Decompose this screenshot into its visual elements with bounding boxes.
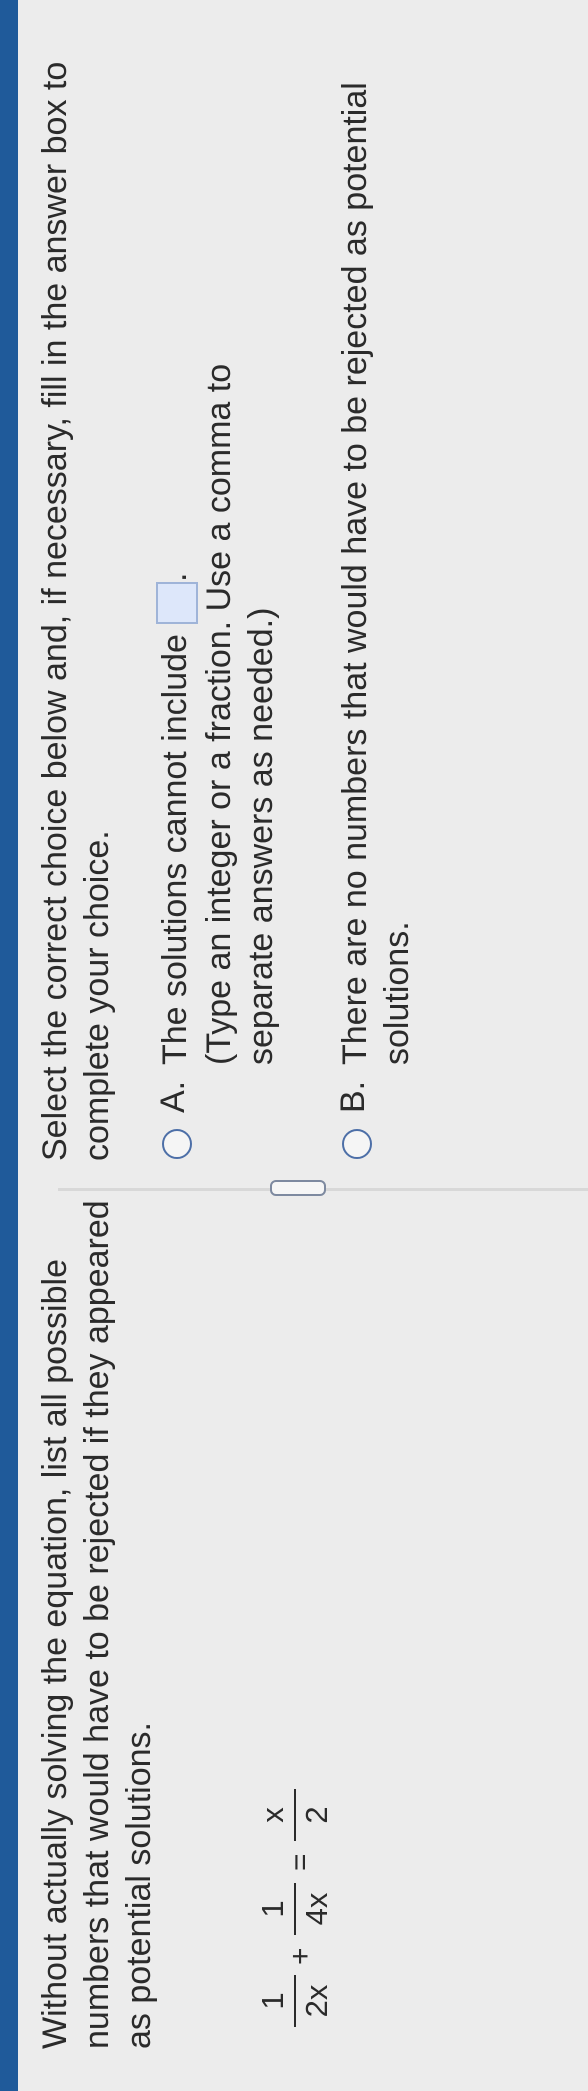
fraction-1-bar [294,1975,296,2027]
instruction-text: Select the correct choice below and, if … [36,61,116,1161]
fraction-3-bar [294,1789,296,1841]
fraction-1: 1 2x [254,1971,336,2031]
fraction-1-numerator: 1 [255,1992,290,2010]
question-text: Without actually solving the equation, l… [36,1200,158,2049]
fraction-2: 1 4x [254,1879,336,1939]
plus-sign: + [284,1947,317,1965]
choice-b-text: There are no numbers that would have to … [336,82,416,1065]
choice-b-letter: B. [334,1080,372,1113]
choice-a-radio[interactable] [162,1129,192,1159]
question-panel: Without actually solving the equation, l… [34,1199,334,2049]
fraction-2-bar [294,1883,296,1935]
answer-panel: Select the correct choice below and, if … [34,21,416,1161]
choice-a-text: The solutions cannot include [156,634,194,1065]
top-bar [0,0,18,2091]
rotated-page: Without actually solving the equation, l… [0,0,588,2091]
equals-sign: = [284,1853,317,1871]
choice-b-radio[interactable] [342,1129,372,1159]
choice-a-note: (Type an integer or a fraction. Use a co… [200,363,280,1065]
fraction-2-numerator: 1 [255,1900,290,1918]
fraction-3: x 2 [254,1785,336,1845]
fraction-1-denominator: 2x [299,1984,334,2018]
choice-a-letter: A. [154,1080,192,1113]
answer-input-box[interactable] [156,582,199,625]
fraction-3-denominator: 2 [299,1806,334,1824]
choice-a-period: . [156,572,194,583]
choice-b[interactable]: B. There are no numbers that would have … [334,21,434,1161]
resize-handle[interactable] [270,1180,326,1196]
choice-a-line: The solutions cannot include. [154,572,199,1065]
equation: 1 2x + 1 4x = x 2 [254,1771,374,2031]
fraction-2-denominator: 4x [299,1892,334,1926]
fraction-3-numerator: x [255,1807,290,1823]
choice-a[interactable]: A. The solutions cannot include. (Type a… [154,21,304,1161]
